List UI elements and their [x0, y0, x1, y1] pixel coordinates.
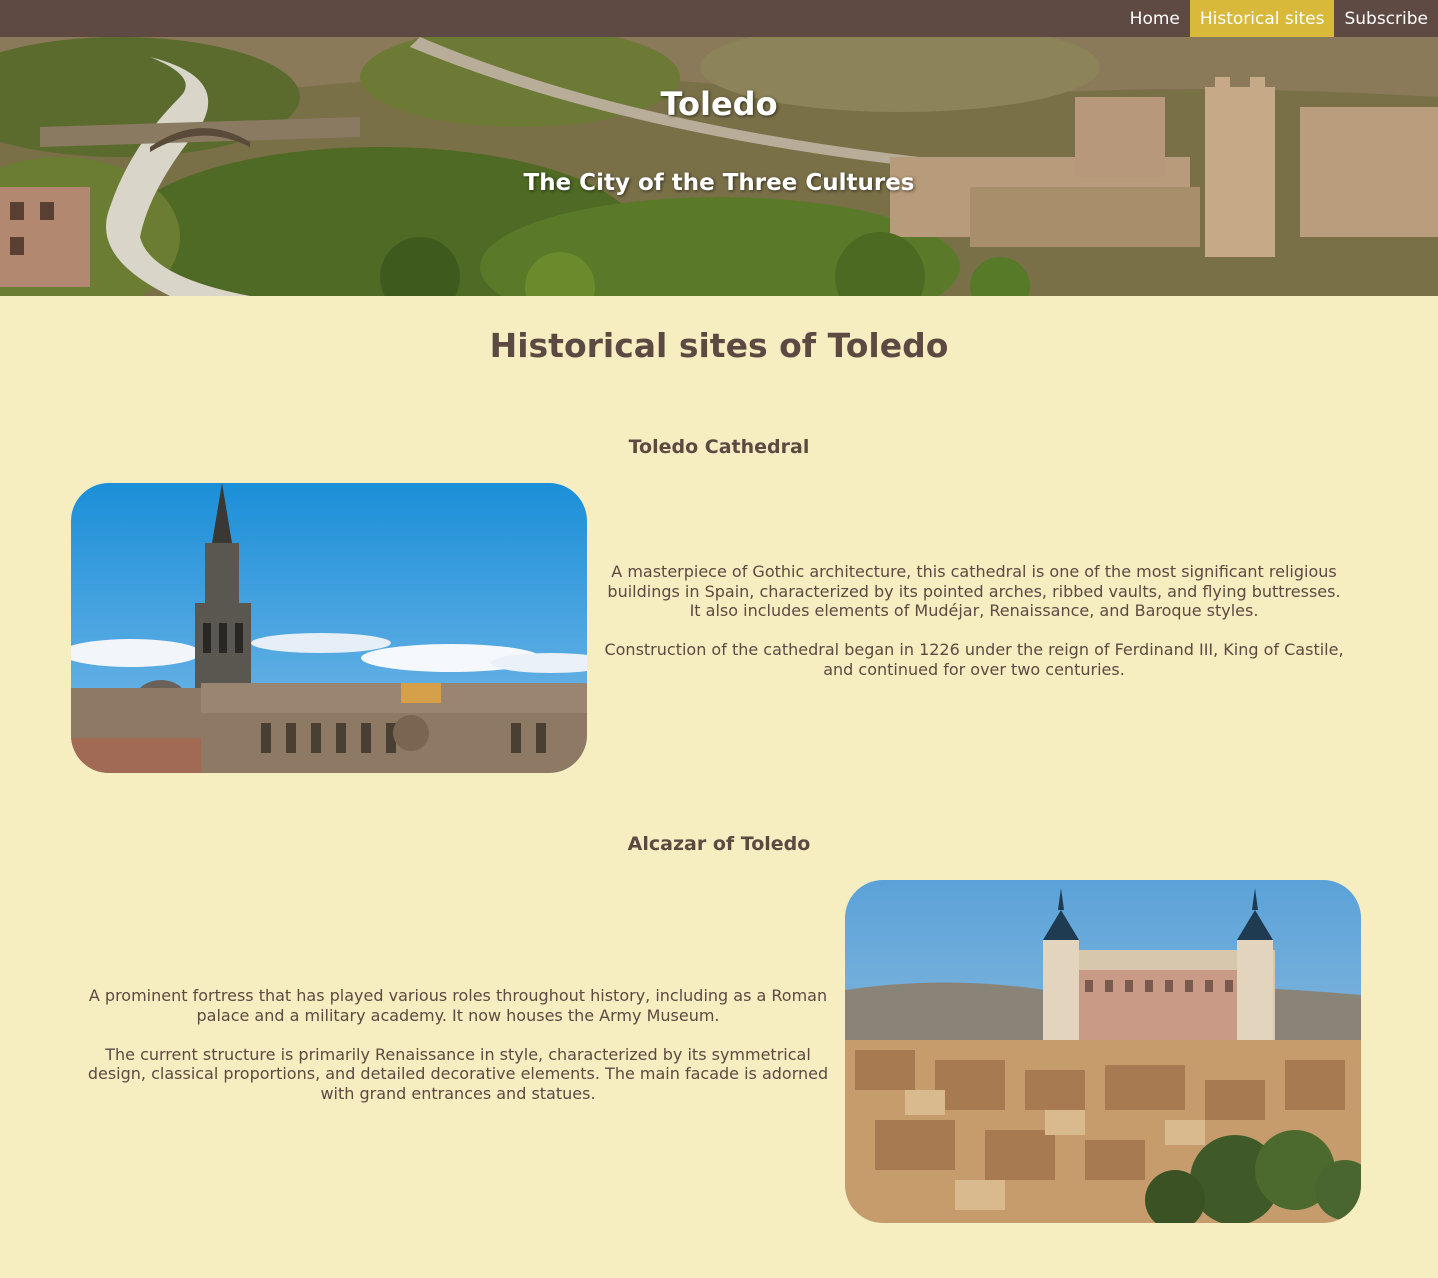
- hero-landscape-image: [0, 37, 1438, 296]
- cathedral-paragraph-2: Construction of the cathedral began in 1…: [604, 640, 1344, 679]
- page-heading: Historical sites of Toledo: [489, 326, 949, 365]
- alcazar-paragraph-2: The current structure is primarily Renai…: [87, 1044, 829, 1103]
- nav-home-link[interactable]: Home: [1120, 0, 1190, 37]
- hero-title: Toledo: [660, 85, 778, 123]
- nav-historical-sites-link[interactable]: Historical sites: [1189, 0, 1335, 37]
- cathedral-description: A masterpiece of Gothic architecture, th…: [600, 562, 1348, 679]
- hero-banner: Toledo The City of the Three Cultures: [0, 37, 1438, 296]
- alcazar-paragraph-1: A prominent fortress that has played var…: [88, 986, 828, 1025]
- nav-subscribe-link[interactable]: Subscribe: [1334, 0, 1438, 37]
- hero-subtitle: The City of the Three Cultures: [523, 170, 915, 196]
- alcazar-description: A prominent fortress that has played var…: [80, 986, 836, 1103]
- site-title-cathedral: Toledo Cathedral: [628, 436, 810, 458]
- alcazar-photo: [845, 880, 1361, 1223]
- cathedral-photo: [71, 483, 587, 773]
- top-nav: Home Historical sites Subscribe: [0, 0, 1438, 37]
- cathedral-paragraph-1: A masterpiece of Gothic architecture, th…: [607, 562, 1341, 620]
- site-title-alcazar: Alcazar of Toledo: [627, 833, 811, 855]
